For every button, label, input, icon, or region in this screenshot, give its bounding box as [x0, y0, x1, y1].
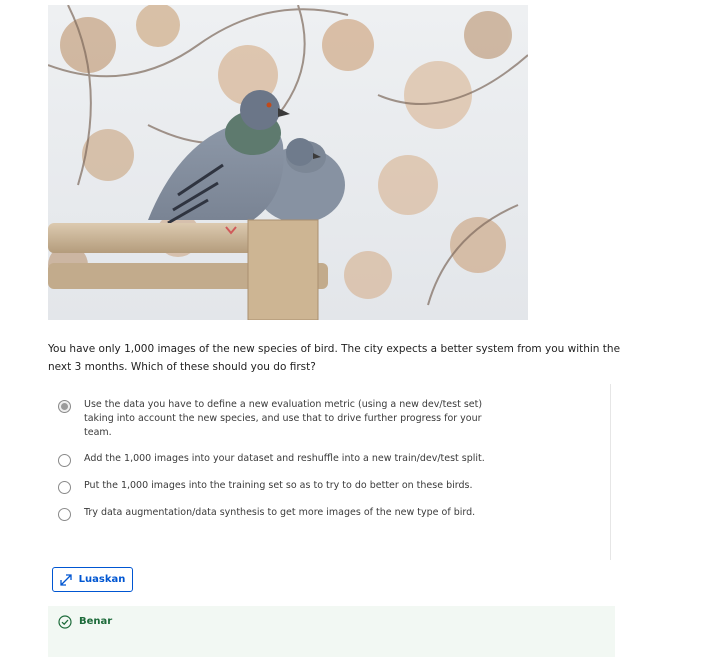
option-3[interactable]: Put the 1,000 images into the training s… [58, 479, 518, 494]
option-label: Put the 1,000 images into the training s… [84, 480, 473, 491]
radio-unselected[interactable] [58, 508, 71, 521]
pigeons-photo [48, 5, 528, 320]
radio-unselected[interactable] [58, 454, 71, 467]
option-2[interactable]: Add the 1,000 images into your dataset a… [58, 452, 518, 467]
answer-options: Use the data you have to define a new ev… [58, 398, 518, 533]
option-4[interactable]: Try data augmentation/data synthesis to … [58, 506, 518, 521]
radio-selected[interactable] [58, 400, 71, 413]
option-label: Try data augmentation/data synthesis to … [84, 507, 476, 518]
question-image [48, 5, 528, 320]
expand-arrows-icon [59, 573, 72, 586]
check-circle-icon [58, 615, 72, 629]
panel-divider [610, 384, 611, 560]
radio-unselected[interactable] [58, 481, 71, 494]
result-label: Benar [79, 616, 113, 627]
option-1[interactable]: Use the data you have to define a new ev… [58, 398, 518, 440]
question-text: You have only 1,000 images of the new sp… [48, 343, 621, 373]
expand-button[interactable]: Luaskan [52, 567, 133, 592]
expand-button-label: Luaskan [78, 574, 126, 585]
result-banner: Benar [48, 606, 615, 657]
option-label: Use the data you have to define a new ev… [84, 399, 483, 438]
option-label: Add the 1,000 images into your dataset a… [84, 453, 485, 464]
